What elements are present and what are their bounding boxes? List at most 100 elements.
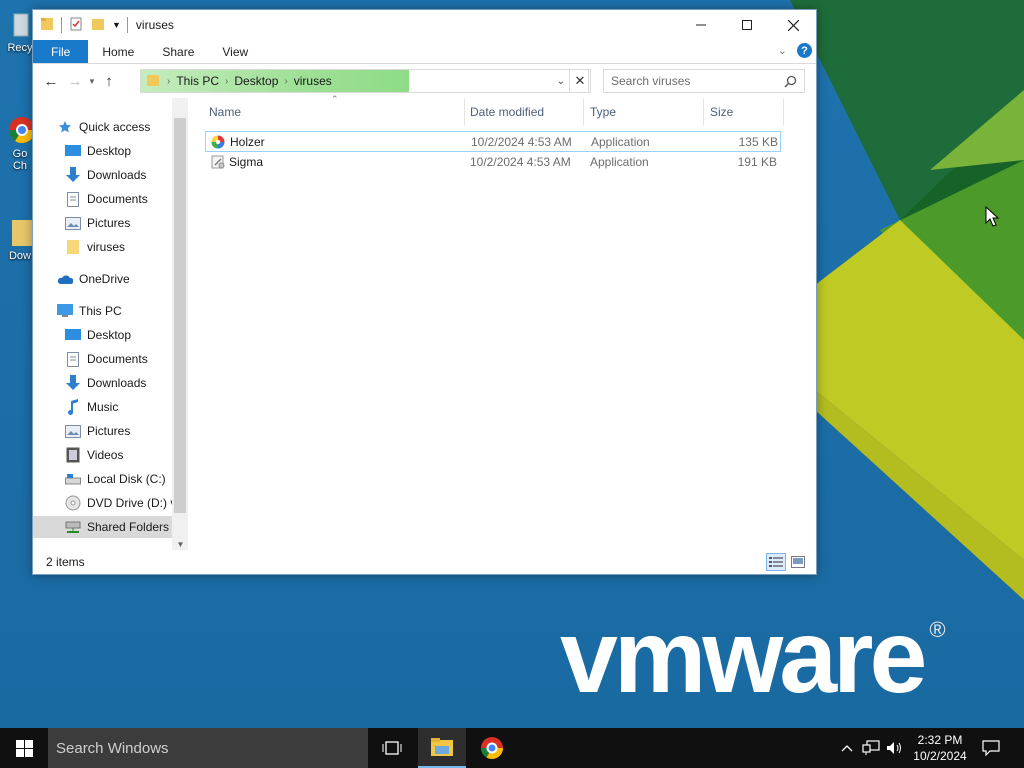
- large-icons-view-button[interactable]: [788, 553, 808, 571]
- windows-logo-icon: [15, 739, 33, 757]
- nav-quick-viruses[interactable]: viruses 📌: [65, 236, 188, 258]
- task-view-button[interactable]: [368, 728, 416, 768]
- chrome-taskbar-button[interactable]: [468, 728, 516, 768]
- desktop-icon-label: Go Ch: [12, 148, 28, 172]
- explorer-body: Quick access Desktop 📌 Downloads 📌 Docum…: [33, 94, 816, 550]
- nav-pc-music[interactable]: Music: [65, 396, 188, 418]
- downloads-icon: [65, 375, 81, 391]
- close-button[interactable]: [770, 10, 816, 40]
- network-button[interactable]: [860, 728, 882, 768]
- breadcrumb-separator-icon[interactable]: ›: [167, 76, 170, 87]
- file-name: Holzer: [230, 135, 265, 149]
- star-icon: [57, 119, 73, 135]
- folder-icon: [145, 72, 161, 91]
- nav-pane-scrollbar[interactable]: ▼: [172, 98, 188, 550]
- expand-ribbon-icon[interactable]: ⌄: [778, 44, 787, 57]
- address-dropdown-button[interactable]: ⌄: [553, 69, 569, 93]
- column-label: Name: [209, 105, 242, 119]
- nav-quick-documents[interactable]: Documents 📌: [65, 188, 188, 210]
- computer-icon: [57, 303, 73, 319]
- nav-pc-desktop[interactable]: Desktop: [65, 324, 188, 346]
- address-bar[interactable]: › This PC › Desktop › viruses: [140, 69, 589, 93]
- documents-icon: [65, 191, 81, 207]
- nav-pc-documents[interactable]: Documents: [65, 348, 188, 370]
- pictures-icon: [65, 215, 81, 231]
- nav-label: viruses: [87, 240, 126, 254]
- taskbar-search-input[interactable]: [56, 739, 356, 757]
- nav-pc-videos[interactable]: Videos: [65, 444, 188, 466]
- action-center-button[interactable]: [978, 728, 1004, 768]
- nav-pc-local-disk[interactable]: Local Disk (C:): [65, 468, 188, 490]
- file-size: 191 KB: [737, 155, 777, 169]
- nav-label: Quick access: [79, 120, 151, 134]
- desktop-icon-label: Dow: [8, 250, 31, 262]
- maximize-button[interactable]: [724, 10, 770, 40]
- column-header-type[interactable]: Type: [584, 98, 704, 126]
- nav-quick-desktop[interactable]: Desktop 📌: [65, 140, 188, 162]
- file-row-sigma[interactable]: Sigma 10/2/2024 4:53 AM Application 191 …: [205, 152, 781, 173]
- nav-pc-shared-folders[interactable]: Shared Folders (\: [33, 516, 188, 538]
- nav-quick-access[interactable]: Quick access: [57, 116, 188, 138]
- application-icon: [210, 134, 226, 153]
- folder-icon: [39, 16, 55, 35]
- nav-onedrive[interactable]: OneDrive: [57, 268, 188, 290]
- breadcrumb-separator-icon[interactable]: ›: [284, 76, 287, 87]
- navigation-pane: Quick access Desktop 📌 Downloads 📌 Docum…: [33, 98, 188, 550]
- tab-view[interactable]: View: [208, 40, 262, 63]
- file-row-holzer[interactable]: Holzer 10/2/2024 4:53 AM Application 135…: [205, 131, 781, 152]
- clock-date: 10/2/2024: [913, 749, 967, 763]
- breadcrumb-this-pc[interactable]: This PC: [176, 74, 219, 88]
- tab-share[interactable]: Share: [148, 40, 208, 63]
- breadcrumb-viruses[interactable]: viruses: [294, 74, 332, 88]
- search-input[interactable]: [611, 74, 781, 88]
- title-bar[interactable]: ▼ viruses: [33, 10, 816, 40]
- show-hidden-icons-button[interactable]: [838, 728, 856, 768]
- scroll-down-icon[interactable]: ▼: [172, 536, 188, 550]
- nav-label: Documents: [87, 352, 148, 366]
- nav-quick-pictures[interactable]: Pictures 📌: [65, 212, 188, 234]
- properties-icon[interactable]: [68, 16, 84, 35]
- breadcrumb-separator-icon[interactable]: ›: [225, 76, 228, 87]
- file-explorer-taskbar-button[interactable]: [418, 728, 466, 768]
- back-button[interactable]: ←: [39, 69, 63, 93]
- nav-pc-dvd-drive[interactable]: DVD Drive (D:) vi: [65, 492, 188, 514]
- customize-qat-icon[interactable]: ▼: [112, 20, 121, 30]
- nav-label: Pictures: [87, 424, 131, 438]
- start-button[interactable]: [0, 728, 48, 768]
- breadcrumb-desktop[interactable]: Desktop: [234, 74, 278, 88]
- search-icon[interactable]: [784, 75, 797, 91]
- scrollbar-thumb[interactable]: [174, 118, 186, 513]
- new-folder-icon[interactable]: [90, 16, 106, 35]
- column-header-date[interactable]: Date modified: [464, 98, 584, 126]
- column-header-size[interactable]: Size: [704, 98, 784, 126]
- nav-this-pc[interactable]: This PC: [57, 300, 188, 322]
- minimize-button[interactable]: [678, 10, 724, 40]
- application-icon: [210, 154, 226, 173]
- forward-button[interactable]: →: [63, 69, 87, 93]
- file-explorer-window: ▼ viruses File Home Share View ⌄ ? ← → ▼…: [32, 9, 817, 575]
- recent-locations-button[interactable]: ▼: [87, 69, 97, 93]
- nav-pc-downloads[interactable]: Downloads: [65, 372, 188, 394]
- tab-home[interactable]: Home: [88, 40, 148, 63]
- search-box[interactable]: [603, 69, 805, 93]
- volume-icon: [887, 742, 901, 754]
- nav-pc-pictures[interactable]: Pictures: [65, 420, 188, 442]
- column-label: Type: [590, 105, 617, 119]
- task-view-icon: [382, 741, 402, 755]
- volume-button[interactable]: [884, 728, 906, 768]
- stop-loading-button[interactable]: ✕: [569, 69, 591, 93]
- up-button[interactable]: ↑: [97, 69, 121, 93]
- music-icon: [65, 399, 81, 415]
- clock[interactable]: 2:32 PM 10/2/2024: [905, 732, 975, 764]
- help-icon[interactable]: ?: [797, 43, 812, 58]
- details-view-button[interactable]: [766, 553, 786, 571]
- taskbar-search-box[interactable]: [48, 728, 368, 768]
- chrome-icon: [481, 737, 503, 759]
- file-date: 10/2/2024 4:53 AM: [470, 155, 571, 169]
- scroll-up-icon[interactable]: [172, 98, 188, 114]
- tab-file[interactable]: File: [33, 40, 89, 63]
- file-size: 135 KB: [738, 135, 778, 149]
- nav-quick-downloads[interactable]: Downloads 📌: [65, 164, 188, 186]
- nav-label: Desktop: [87, 144, 132, 158]
- column-header-name[interactable]: Name ⌃: [203, 94, 465, 126]
